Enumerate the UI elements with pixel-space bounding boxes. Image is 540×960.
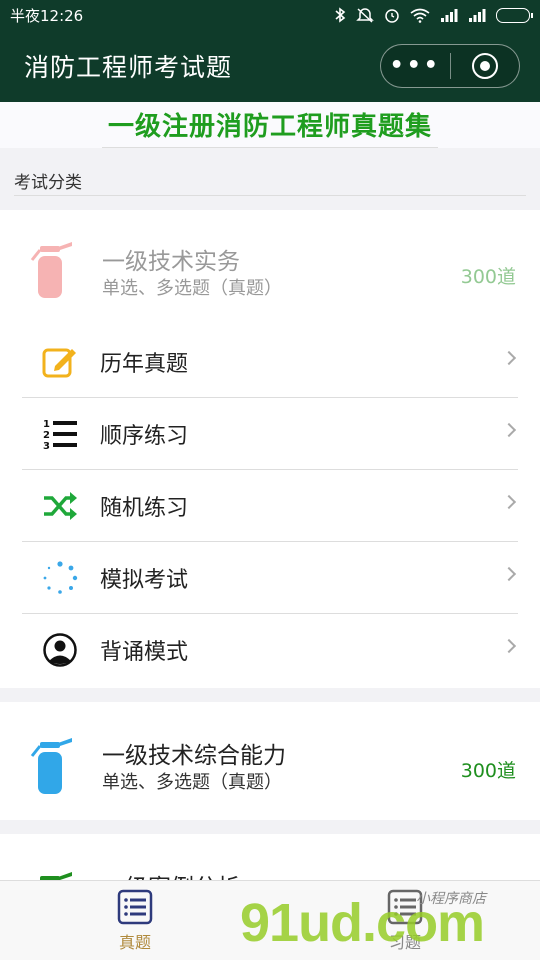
subject-count: 300道 [460, 266, 516, 288]
fire-extinguisher-icon [40, 872, 72, 880]
svg-text:2: 2 [43, 430, 50, 441]
chevron-right-icon [501, 494, 517, 510]
alarm-icon [385, 9, 399, 23]
svg-text:3: 3 [43, 441, 50, 451]
mute-icon [356, 8, 374, 23]
subject-card-2[interactable]: 一级技术综合能力 单选、多选题（真题） 300道 [0, 702, 540, 820]
banner-title: 一级注册消防工程师真题集 [101, 106, 438, 148]
subject-name: 一级技术综合能力 [102, 743, 286, 769]
shuffle-icon [44, 492, 77, 520]
tab-bar: 真题 习题 [0, 880, 540, 960]
menu-item-sequential-practice[interactable]: 1 2 3 顺序练习 [22, 398, 518, 470]
tab-label: 真题 [118, 933, 151, 952]
fire-extinguisher-icon [30, 738, 72, 794]
exercise-list-icon [387, 889, 423, 925]
mini-program-capsule: ••• [380, 44, 520, 88]
subject-header-1[interactable]: 一级技术实务 单选、多选题（真题） 300道 [0, 210, 540, 332]
page-title: 消防工程师考试题 [24, 53, 233, 82]
menu-item-random-practice[interactable]: 随机练习 [22, 470, 518, 542]
menu-item-mock-exam[interactable]: 模拟考试 [22, 542, 518, 614]
battery-icon [496, 7, 533, 23]
close-button[interactable] [451, 45, 520, 87]
chevron-right-icon [501, 566, 517, 582]
tab-exercises[interactable]: 习题 [365, 889, 445, 953]
tab-label: 习题 [388, 933, 421, 952]
fire-extinguisher-icon [30, 242, 72, 298]
subject-card-3[interactable]: 一级案例分析 [0, 834, 540, 880]
subject-desc: 单选、多选题（真题） [102, 772, 282, 793]
tab-real-exams[interactable]: 真题 [95, 889, 175, 953]
menu-label: 顺序练习 [100, 424, 189, 449]
loading-dots-icon [43, 561, 78, 594]
status-bar: 半夜12:26 [0, 0, 540, 30]
subject-count: 300道 [460, 760, 516, 782]
menu-label: 历年真题 [100, 352, 189, 377]
section-label: 考试分类 [14, 164, 526, 196]
menu-item-recite-mode[interactable]: 背诵模式 [22, 614, 518, 686]
ordered-list-icon: 1 2 3 [43, 419, 77, 451]
menu-item-past-exams[interactable]: 历年真题 [22, 326, 518, 398]
more-button[interactable]: ••• [381, 45, 450, 87]
chevron-right-icon [501, 350, 517, 366]
edit-icon [42, 348, 76, 378]
menu-label: 背诵模式 [100, 640, 189, 665]
chevron-right-icon [501, 638, 517, 654]
menu-label: 随机练习 [100, 496, 189, 521]
status-icons [334, 7, 533, 23]
subject-name: 一级技术实务 [102, 249, 240, 275]
banner: 一级注册消防工程师真题集 [0, 102, 540, 148]
subject-desc: 单选、多选题（真题） [102, 278, 282, 299]
nav-bar: 消防工程师考试题 ••• [0, 30, 540, 102]
chevron-right-icon [501, 422, 517, 438]
signal-icon [441, 9, 458, 22]
wifi-icon [410, 8, 430, 23]
signal-icon-2 [469, 9, 486, 22]
subject-name: 一级案例分析 [102, 868, 240, 880]
more-dots-icon: ••• [389, 53, 441, 78]
close-target-icon [471, 53, 498, 79]
bluetooth-icon [335, 7, 346, 23]
exam-list-icon [117, 889, 153, 925]
svg-text:1: 1 [43, 419, 50, 430]
menu-label: 模拟考试 [100, 568, 189, 593]
status-time: 半夜12:26 [10, 6, 84, 25]
user-icon [43, 633, 77, 667]
subject-card-1: 一级技术实务 单选、多选题（真题） 300道 历年真题 1 2 3 顺序练习 随… [0, 210, 540, 688]
